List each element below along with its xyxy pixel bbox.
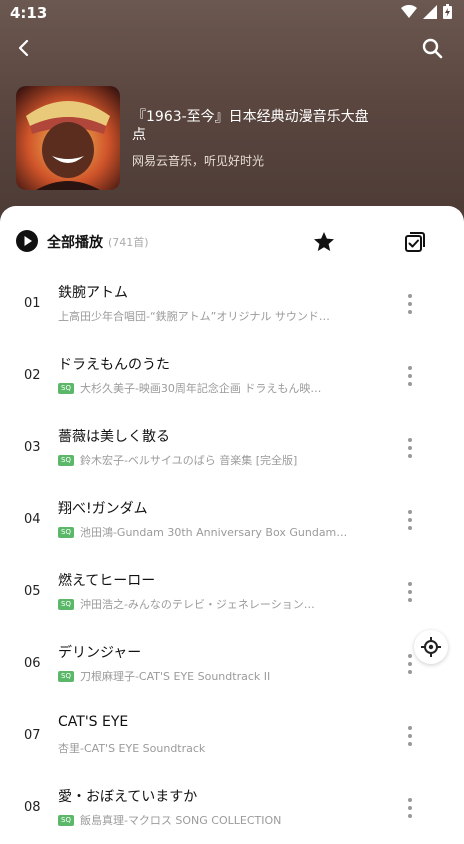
song-meta: SQ 沖田浩之-みんなのテレビ・ジェネレーション…: [58, 596, 358, 612]
more-vertical-icon: [408, 654, 412, 674]
playlist-cover[interactable]: [16, 86, 120, 190]
song-count: (741首): [108, 236, 149, 249]
song-artist: 大杉久美子-映画30周年記念企画 ドラえもん映…: [79, 382, 322, 395]
song-meta: 上高田少年合唱団-“鉄腕アトム”オリジナル サウンド…: [58, 308, 358, 324]
more-button[interactable]: [404, 796, 416, 820]
song-list: 01 鉄腕アトム 上高田少年合唱団-“鉄腕アトム”オリジナル サウンド… 02 …: [0, 268, 464, 844]
more-button[interactable]: [404, 436, 416, 460]
playlist-title: 『1963-至今』日本经典动漫音乐大盘点: [132, 109, 369, 143]
more-vertical-icon: [408, 366, 412, 386]
song-title: デリンジャー: [58, 645, 142, 661]
battery-icon: [443, 4, 452, 19]
cover-artwork: [16, 86, 120, 190]
more-button[interactable]: [404, 580, 416, 604]
song-meta: SQ 鈴木宏子-ベルサイユのばら 音楽集 [完全版]: [58, 452, 358, 468]
search-button[interactable]: [420, 36, 444, 60]
more-button[interactable]: [404, 292, 416, 316]
song-row[interactable]: 07 CAT'S EYE 杏里-CAT'S EYE Soundtrack: [0, 700, 464, 772]
song-title: 愛・おぼえていますか: [58, 789, 198, 805]
star-icon: [314, 232, 334, 251]
more-vertical-icon: [408, 438, 412, 458]
play-all-button[interactable]: [16, 230, 38, 252]
song-artist: 鈴木宏子-ベルサイユのばら 音楽集 [完全版]: [79, 454, 298, 467]
song-row[interactable]: 03 薔薇は美しく散る SQ 鈴木宏子-ベルサイユのばら 音楽集 [完全版]: [0, 412, 464, 484]
song-row[interactable]: 06 デリンジャー SQ 刀根麻理子-CAT'S EYE Soundtrack …: [0, 628, 464, 700]
more-vertical-icon: [408, 726, 412, 746]
sq-badge: SQ: [58, 814, 74, 826]
song-artist: 上高田少年合唱団-“鉄腕アトム”オリジナル サウンド…: [58, 310, 330, 323]
signal-icon: [423, 4, 437, 19]
song-artist: 沖田浩之-みんなのテレビ・ジェネレーション…: [79, 598, 315, 611]
play-circle-icon: [16, 230, 38, 252]
more-button[interactable]: [404, 364, 416, 388]
playlist-header: 4:13 『1963-至今』日本经典动漫音乐大盘点 网易云音乐，听见好时光: [0, 0, 464, 230]
search-icon: [422, 38, 443, 59]
more-button[interactable]: [404, 724, 416, 748]
playlist-subtitle: 网易云音乐，听见好时光: [132, 154, 265, 168]
locate-current-song-button[interactable]: [414, 630, 448, 664]
song-meta: 杏里-CAT'S EYE Soundtrack: [58, 740, 358, 756]
song-row[interactable]: 05 燃えてヒーロー SQ 沖田浩之-みんなのテレビ・ジェネレーション…: [0, 556, 464, 628]
track-number: 04: [24, 512, 41, 527]
song-title: 薔薇は美しく散る: [58, 429, 170, 445]
song-artist: 池田鴻-Gundam 30th Anniversary Box Gundam…: [79, 526, 348, 539]
collect-button[interactable]: [312, 230, 336, 254]
song-row[interactable]: 02 ドラえもんのうた SQ 大杉久美子-映画30周年記念企画 ドラえもん映…: [0, 340, 464, 412]
chevron-left-icon: [18, 39, 29, 57]
status-icons: [401, 4, 452, 19]
sq-badge: SQ: [58, 382, 74, 394]
more-vertical-icon: [408, 582, 412, 602]
song-title: ドラえもんのうた: [58, 357, 170, 373]
song-title: 燃えてヒーロー: [58, 573, 156, 589]
sq-badge: SQ: [58, 526, 74, 538]
multi-select-icon: [405, 232, 425, 252]
more-vertical-icon: [408, 798, 412, 818]
track-number: 02: [24, 368, 41, 383]
more-vertical-icon: [408, 510, 412, 530]
more-button[interactable]: [404, 652, 416, 676]
back-button[interactable]: [12, 36, 36, 60]
song-title: 翔べ!ガンダム: [58, 501, 148, 517]
multi-select-button[interactable]: [403, 230, 427, 254]
track-number: 05: [24, 584, 41, 599]
sq-badge: SQ: [58, 670, 74, 682]
top-nav: [0, 28, 464, 68]
sq-badge: SQ: [58, 454, 74, 466]
track-number: 01: [24, 296, 41, 311]
song-artist: 杏里-CAT'S EYE Soundtrack: [58, 742, 206, 755]
song-meta: SQ 飯島真理-マクロス SONG COLLECTION: [58, 812, 358, 828]
song-row[interactable]: 01 鉄腕アトム 上高田少年合唱団-“鉄腕アトム”オリジナル サウンド…: [0, 268, 464, 340]
play-all-label[interactable]: 全部播放: [47, 232, 103, 252]
song-row[interactable]: 08 愛・おぼえていますか SQ 飯島真理-マクロス SONG COLLECTI…: [0, 772, 464, 844]
song-meta: SQ 池田鴻-Gundam 30th Anniversary Box Gunda…: [58, 524, 358, 540]
status-time: 4:13: [10, 4, 48, 22]
song-list-panel: 全部播放 (741首) 01 鉄腕アトム 上高田少年合唱団-“鉄腕アトム”オリジ…: [0, 206, 464, 827]
more-button[interactable]: [404, 508, 416, 532]
song-title: 鉄腕アトム: [58, 285, 128, 301]
song-artist: 飯島真理-マクロス SONG COLLECTION: [79, 814, 282, 827]
song-row[interactable]: 04 翔べ!ガンダム SQ 池田鴻-Gundam 30th Anniversar…: [0, 484, 464, 556]
track-number: 07: [24, 728, 41, 743]
more-vertical-icon: [408, 294, 412, 314]
song-meta: SQ 大杉久美子-映画30周年記念企画 ドラえもん映…: [58, 380, 358, 396]
wifi-icon: [401, 4, 417, 18]
play-all-bar: 全部播放 (741首): [0, 220, 464, 260]
track-number: 03: [24, 440, 41, 455]
track-number: 06: [24, 656, 41, 671]
song-meta: SQ 刀根麻理子-CAT'S EYE Soundtrack II: [58, 668, 358, 684]
song-title: CAT'S EYE: [58, 714, 129, 730]
song-artist: 刀根麻理子-CAT'S EYE Soundtrack II: [79, 670, 271, 683]
locate-icon: [421, 637, 441, 657]
status-bar: 4:13: [0, 0, 464, 28]
sq-badge: SQ: [58, 598, 74, 610]
track-number: 08: [24, 800, 41, 815]
